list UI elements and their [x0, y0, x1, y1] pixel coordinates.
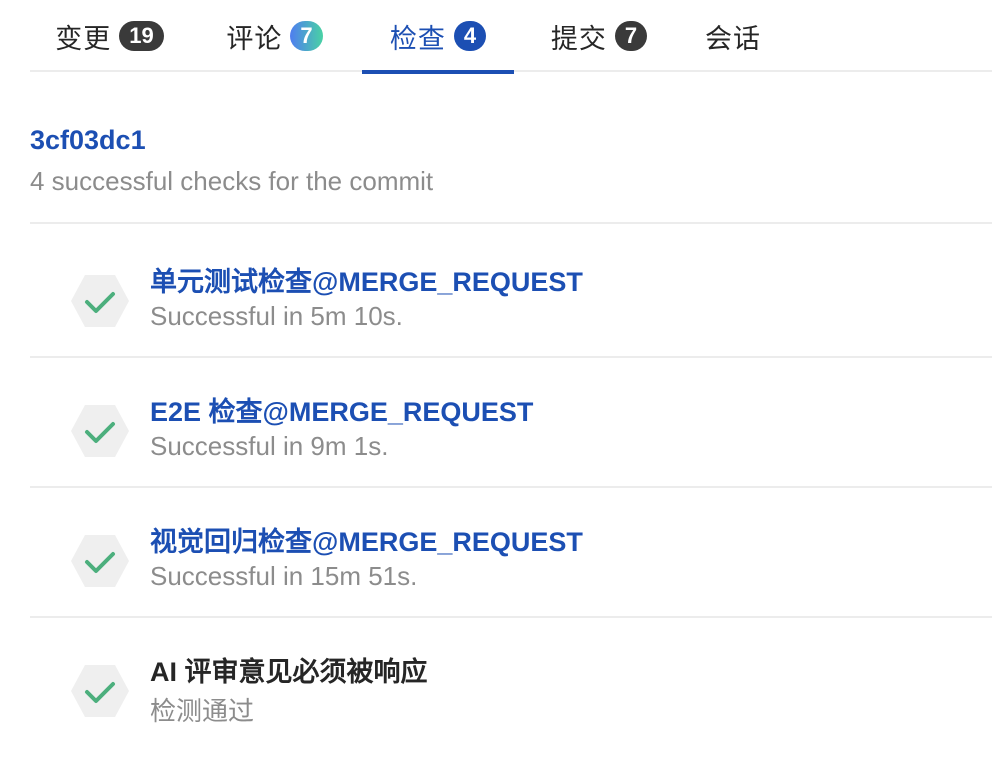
count-badge: 4	[453, 21, 487, 51]
check-status: Successful in 15m 51s.	[150, 561, 418, 591]
check-row: 单元测试检查@MERGE_REQUEST Successful in 5m 10…	[30, 228, 992, 358]
commit-header: 3cf03dc1 4 successful checks for the com…	[30, 118, 992, 224]
check-status: Successful in 5m 10s.	[150, 301, 403, 331]
check-icon	[69, 533, 131, 589]
check-status: Successful in 9m 1s.	[150, 431, 389, 461]
check-title-link[interactable]: 单元测试检查@MERGE_REQUEST	[150, 260, 583, 299]
check-title-link[interactable]: E2E 检查@MERGE_REQUEST	[150, 390, 533, 429]
tab-sessions[interactable]: 会话	[693, 0, 773, 72]
check-title: AI 评审意见必须被响应	[150, 657, 428, 687]
count-badge: 7	[290, 21, 323, 51]
tab-label: 提交	[550, 23, 607, 55]
check-row: E2E 检查@MERGE_REQUEST Successful in 9m 1s…	[30, 358, 992, 488]
count-badge: 19	[119, 21, 164, 51]
check-icon	[69, 403, 131, 459]
tab-label: 评论	[226, 23, 283, 55]
check-row: 视觉回归检查@MERGE_REQUEST Successful in 15m 5…	[30, 488, 992, 618]
check-title-link[interactable]: 视觉回归检查@MERGE_REQUEST	[150, 520, 583, 559]
commit-hash-link[interactable]: 3cf03dc1	[30, 125, 146, 156]
tab-bar: 变更 19 评论 7 检查 4 提交 7 会话	[30, 0, 992, 74]
check-row: AI 评审意见必须被响应 检测通过	[30, 618, 992, 748]
checks-page: 变更 19 评论 7 检查 4 提交 7 会话 3cf03dc1 4 succe…	[0, 0, 992, 760]
commit-summary: 4 successful checks for the commit	[30, 166, 434, 196]
tab-label: 变更	[55, 23, 112, 55]
check-status: 检测通过	[150, 696, 255, 726]
tab-comments[interactable]: 评论 7	[219, 0, 330, 72]
count-badge: 7	[614, 21, 648, 51]
check-icon	[69, 663, 131, 719]
check-icon	[69, 273, 131, 329]
tab-label: 检查	[389, 23, 446, 55]
tab-label: 会话	[705, 23, 761, 55]
tab-checks[interactable]: 检查 4	[362, 0, 514, 74]
tab-commits[interactable]: 提交 7	[544, 0, 654, 72]
tab-changes[interactable]: 变更 19	[49, 0, 170, 72]
